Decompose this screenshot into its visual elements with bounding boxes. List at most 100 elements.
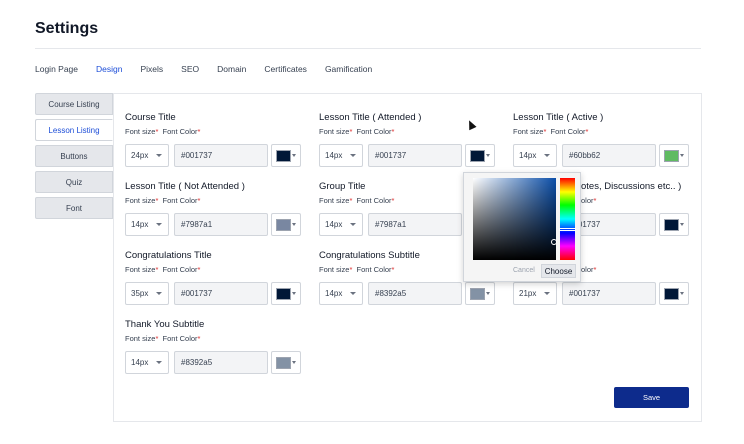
font-color-input[interactable]: #60bb62	[562, 144, 656, 167]
color-picker-button[interactable]	[659, 282, 689, 305]
chevron-down-icon	[486, 154, 490, 157]
field-labels: Font size* Font Color*	[125, 334, 305, 346]
tab-pixels[interactable]: Pixels	[140, 64, 163, 78]
required-mark: *	[593, 196, 597, 205]
sidebar-item-course-listing[interactable]: Course Listing	[35, 93, 113, 115]
chevron-down-icon	[680, 223, 684, 226]
tab-domain[interactable]: Domain	[217, 64, 246, 78]
chevron-down-icon	[350, 154, 356, 157]
font-color-input[interactable]: #001737	[174, 282, 268, 305]
required-mark: *	[155, 127, 159, 136]
font-size-select[interactable]: 35px	[125, 282, 169, 305]
font-size-value: 14px	[131, 358, 149, 367]
sidebar-item-lesson-listing[interactable]: Lesson Listing	[35, 119, 113, 141]
chevron-down-icon	[350, 292, 356, 295]
field-title: Course Title	[125, 112, 176, 123]
color-picker-popover: Cancel Choose	[463, 172, 581, 282]
required-mark: *	[391, 127, 395, 136]
font-color-label: Font Color	[162, 265, 198, 274]
color-picker-button[interactable]	[271, 213, 301, 236]
color-swatch	[664, 288, 679, 300]
required-mark: *	[391, 265, 395, 274]
color-picker-button[interactable]	[465, 144, 495, 167]
required-mark: *	[593, 265, 597, 274]
field-thank-you-subtitle: Thank You Subtitle Font size* Font Color…	[125, 319, 305, 374]
font-color-input[interactable]: #001737	[562, 282, 656, 305]
field-labels: Font size* Font Color*	[513, 127, 693, 139]
chevron-down-icon	[680, 154, 684, 157]
color-picker-button[interactable]	[659, 213, 689, 236]
saturation-handle[interactable]	[551, 239, 557, 245]
font-size-select[interactable]: 24px	[125, 144, 169, 167]
hue-slider[interactable]	[559, 178, 576, 260]
sidebar-item-quiz[interactable]: Quiz	[35, 171, 113, 193]
font-size-select[interactable]: 21px	[513, 282, 557, 305]
sidebar-item-buttons[interactable]: Buttons	[35, 145, 113, 167]
sidebar-item-font[interactable]: Font	[35, 197, 113, 219]
required-mark: *	[197, 265, 201, 274]
color-picker-button[interactable]	[659, 144, 689, 167]
font-size-select[interactable]: 14px	[319, 144, 363, 167]
font-size-label: Font size	[125, 196, 156, 205]
font-color-input[interactable]: #7987a1	[174, 213, 268, 236]
font-size-select[interactable]: 14px	[125, 351, 169, 374]
color-swatch	[664, 150, 679, 162]
font-size-value: 14px	[325, 151, 343, 160]
font-color-input[interactable]: #8392a5	[174, 351, 268, 374]
field-title: Lesson Title ( Active )	[513, 112, 604, 123]
font-color-label-partial: olor	[581, 196, 594, 205]
font-size-value: 35px	[131, 289, 149, 298]
required-mark: *	[197, 196, 201, 205]
chevron-down-icon	[156, 361, 162, 364]
font-size-label: Font size	[319, 127, 350, 136]
required-mark: *	[349, 196, 353, 205]
saturation-area[interactable]	[473, 178, 557, 260]
font-color-input[interactable]: #8392a5	[368, 282, 462, 305]
field-labels: Font size* Font Color*	[125, 127, 305, 139]
color-picker-button[interactable]	[271, 351, 301, 374]
font-size-label: Font size	[125, 265, 156, 274]
font-size-value: 21px	[519, 289, 537, 298]
chevron-down-icon	[486, 292, 490, 295]
font-size-label: Font size	[125, 127, 156, 136]
required-mark: *	[197, 334, 201, 343]
font-size-value: 24px	[131, 151, 149, 160]
chevron-down-icon	[680, 292, 684, 295]
picker-choose-button[interactable]: Choose	[541, 264, 576, 278]
field-lesson-title-active: Lesson Title ( Active ) Font size* Font …	[513, 112, 693, 167]
picker-cancel-button[interactable]: Cancel	[513, 267, 535, 274]
tab-gamification[interactable]: Gamification	[325, 64, 372, 78]
font-color-label: Font Color	[356, 127, 392, 136]
tab-certificates[interactable]: Certificates	[264, 64, 307, 78]
save-button[interactable]: Save	[614, 387, 689, 408]
chevron-down-icon	[350, 223, 356, 226]
font-size-value: 14px	[131, 220, 149, 229]
color-picker-button[interactable]	[271, 282, 301, 305]
field-congratulations-title: Congratulations Title Font size* Font Co…	[125, 250, 305, 305]
required-mark: *	[155, 196, 159, 205]
field-course-title: Course Title Font size* Font Color* 24px…	[125, 112, 305, 167]
font-size-select[interactable]: 14px	[125, 213, 169, 236]
font-size-select[interactable]: 14px	[513, 144, 557, 167]
required-mark: *	[349, 265, 353, 274]
field-lesson-title-not-attended: Lesson Title ( Not Attended ) Font size*…	[125, 181, 305, 236]
chevron-down-icon	[544, 154, 550, 157]
hue-handle[interactable]	[559, 228, 576, 231]
tab-design[interactable]: Design	[96, 64, 122, 78]
required-mark: *	[349, 127, 353, 136]
font-color-input[interactable]: #001737	[174, 144, 268, 167]
tab-seo[interactable]: SEO	[181, 64, 199, 78]
color-picker-button[interactable]	[271, 144, 301, 167]
color-picker-button[interactable]	[465, 282, 495, 305]
page-title: Settings	[35, 20, 99, 37]
settings-tabs: Login Page Design Pixels SEO Domain Cert…	[35, 64, 390, 78]
color-swatch	[470, 288, 485, 300]
font-size-select[interactable]: 14px	[319, 213, 363, 236]
font-size-label: Font size	[319, 265, 350, 274]
color-swatch	[470, 150, 485, 162]
font-color-input[interactable]: #001737	[368, 144, 462, 167]
required-mark: *	[391, 196, 395, 205]
tab-login-page[interactable]: Login Page	[35, 64, 78, 78]
font-color-input[interactable]: #7987a1	[368, 213, 462, 236]
font-size-select[interactable]: 14px	[319, 282, 363, 305]
